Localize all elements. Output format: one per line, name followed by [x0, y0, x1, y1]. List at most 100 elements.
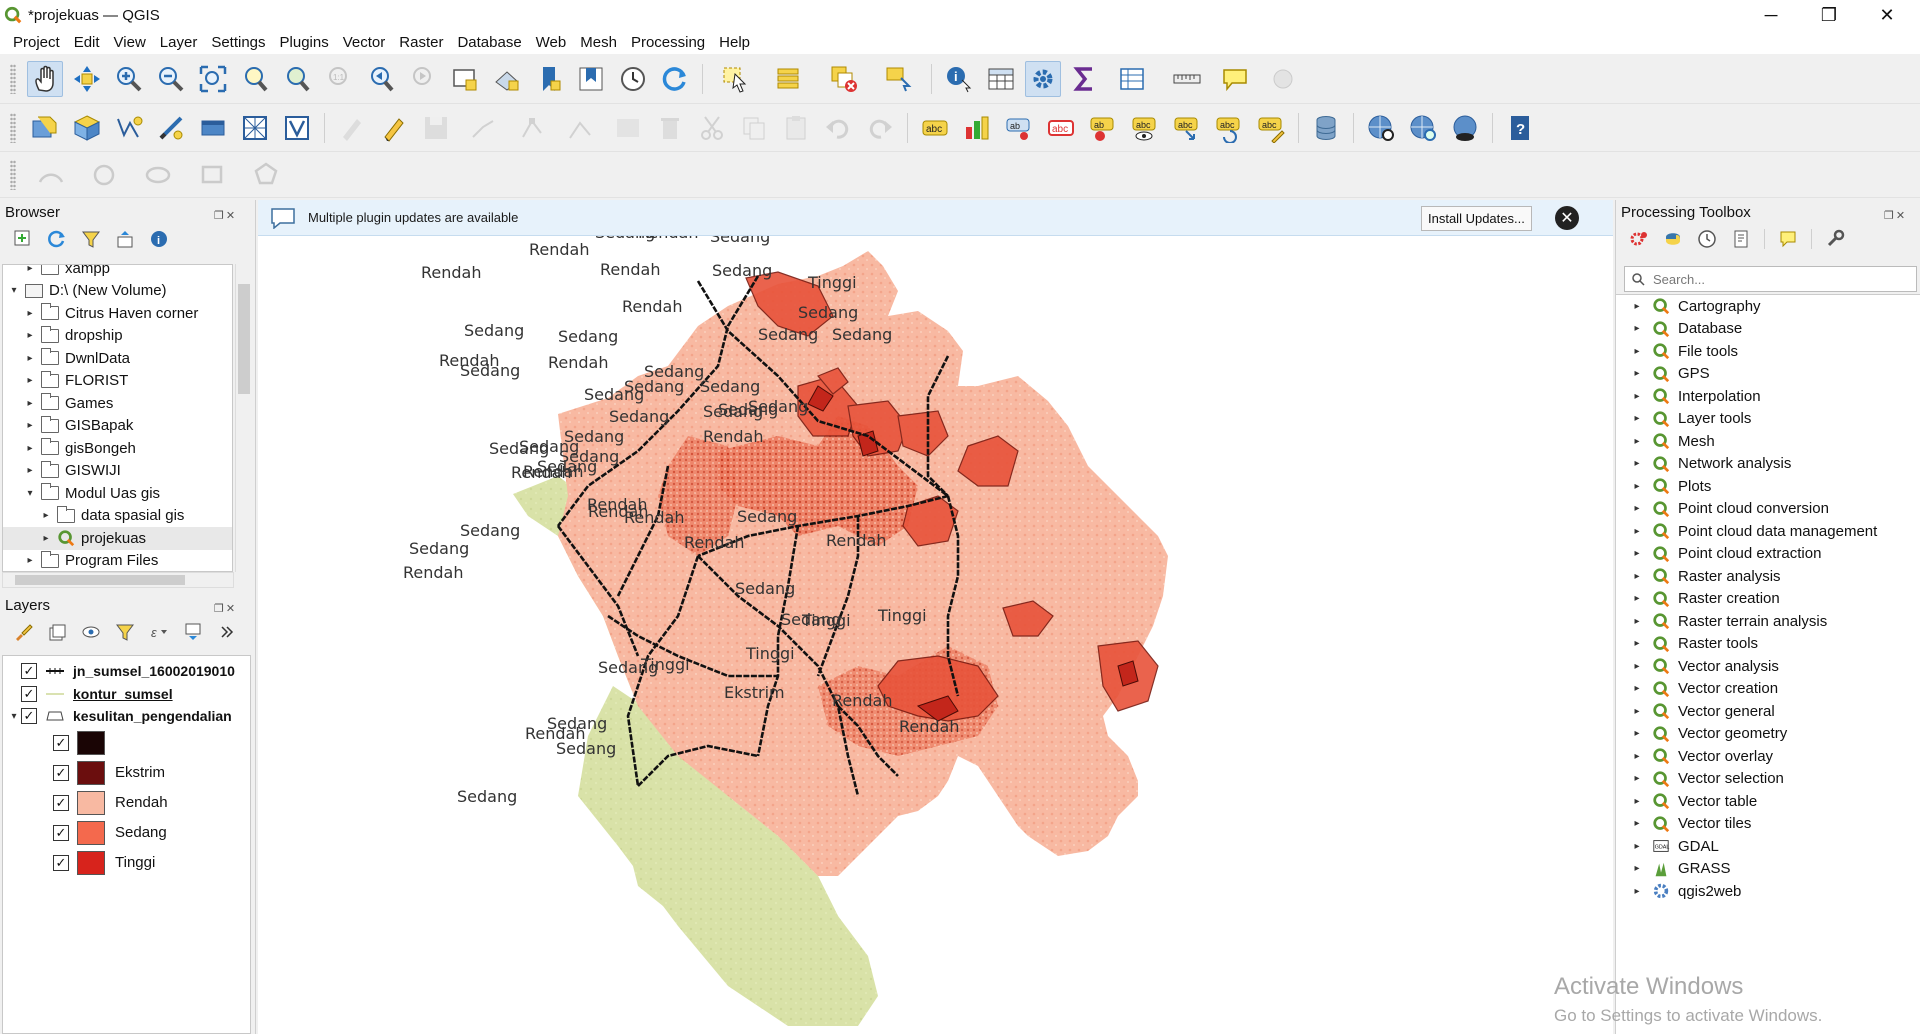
- select-by-value-icon[interactable]: [766, 61, 814, 97]
- show-bookmarks-icon[interactable]: [573, 61, 609, 97]
- help-icon[interactable]: ?: [1502, 110, 1538, 146]
- processing-options-wrench-icon[interactable]: [1822, 226, 1848, 252]
- current-edits-icon[interactable]: [334, 110, 370, 146]
- deselect-features-icon[interactable]: [820, 61, 868, 97]
- browser-item[interactable]: ▸ data spasial gis: [3, 505, 232, 528]
- toolbox-provider-item[interactable]: ▸ Point cloud data management: [1616, 520, 1920, 543]
- toolbox-provider-item[interactable]: ▸ Vector table: [1616, 790, 1920, 813]
- collapsed-caret-icon[interactable]: ▸: [1630, 526, 1644, 537]
- collapsed-caret-icon[interactable]: ▸: [39, 510, 53, 521]
- browser-item[interactable]: ▸ GISBapak: [3, 415, 232, 438]
- layer-visibility-checkbox[interactable]: ✓: [21, 663, 37, 680]
- toolbar-grip[interactable]: [10, 112, 16, 143]
- collapsed-caret-icon[interactable]: ▸: [1630, 661, 1644, 672]
- map-canvas[interactable]: Multiple plugin updates are available In…: [258, 200, 1613, 1034]
- zoom-in-icon[interactable]: [111, 61, 147, 97]
- browser-vertical-scrollbar[interactable]: [235, 264, 251, 572]
- restore-button[interactable]: ❐: [1800, 0, 1858, 30]
- collapsed-caret-icon[interactable]: ▸: [1630, 751, 1644, 762]
- toolbox-provider-item[interactable]: ▸ Plots: [1616, 475, 1920, 498]
- layer-visibility-checkbox[interactable]: ✓: [21, 708, 37, 725]
- pan-to-selection-icon[interactable]: [69, 61, 105, 97]
- collapsed-caret-icon[interactable]: ▸: [1630, 773, 1644, 784]
- new-shapefile-layer-icon[interactable]: [111, 110, 147, 146]
- digitize-line-icon[interactable]: [460, 110, 508, 146]
- add-ellipse-icon[interactable]: [135, 157, 183, 193]
- highlight-pinned-labels-icon[interactable]: abc: [1043, 110, 1079, 146]
- toolbox-provider-item[interactable]: ▸ File tools: [1616, 340, 1920, 363]
- menu-database[interactable]: Database: [450, 34, 528, 51]
- legend-item[interactable]: ✓ Ekstrim: [3, 758, 250, 788]
- collapsed-caret-icon[interactable]: ▸: [1630, 548, 1644, 559]
- expanded-caret-icon[interactable]: ▾: [23, 488, 37, 499]
- layer-item[interactable]: ✓ jn_sumsel_16002019010: [3, 660, 250, 683]
- metasearch-icon[interactable]: [1363, 110, 1399, 146]
- toolbox-provider-item[interactable]: ▸ Interpolation: [1616, 385, 1920, 408]
- undo-icon[interactable]: [820, 110, 856, 146]
- zoom-to-selection-icon[interactable]: [237, 61, 273, 97]
- cut-features-icon[interactable]: [694, 110, 730, 146]
- collapsed-caret-icon[interactable]: ▸: [23, 265, 37, 274]
- collapsed-caret-icon[interactable]: ▸: [1630, 458, 1644, 469]
- toolbox-provider-item[interactable]: ▸ Point cloud conversion: [1616, 498, 1920, 521]
- collapsed-caret-icon[interactable]: ▸: [1630, 323, 1644, 334]
- select-features-icon[interactable]: [712, 61, 760, 97]
- browser-item[interactable]: ▸ xampp: [3, 265, 232, 280]
- legend-item[interactable]: ✓: [3, 728, 250, 758]
- pin-labels-icon[interactable]: ab: [1001, 110, 1037, 146]
- menu-edit[interactable]: Edit: [67, 34, 107, 51]
- refresh-icon[interactable]: [657, 61, 693, 97]
- collapsed-caret-icon[interactable]: ▸: [1630, 638, 1644, 649]
- zoom-last-icon[interactable]: [363, 61, 399, 97]
- legend-class-checkbox[interactable]: ✓: [53, 734, 69, 751]
- show-hide-labels-icon[interactable]: abc: [1127, 110, 1163, 146]
- zoom-native-icon[interactable]: 1:1: [321, 61, 357, 97]
- pan-hand-icon[interactable]: [27, 60, 63, 97]
- processing-toolbox-gear-icon[interactable]: [1025, 60, 1061, 97]
- zoom-out-icon[interactable]: [153, 61, 189, 97]
- toolbox-provider-item[interactable]: ▸ GDAL GDAL: [1616, 835, 1920, 858]
- toolbar-grip[interactable]: [10, 159, 16, 190]
- menu-web[interactable]: Web: [529, 34, 574, 51]
- layer-styling-brush-icon[interactable]: [10, 619, 36, 645]
- menu-processing[interactable]: Processing: [624, 34, 712, 51]
- collapsed-caret-icon[interactable]: ▸: [23, 353, 37, 364]
- legend-item[interactable]: ✓ Rendah: [3, 788, 250, 818]
- new-virtual-layer-icon[interactable]: [195, 110, 231, 146]
- filter-legend-icon[interactable]: [112, 619, 138, 645]
- layer-item[interactable]: ▾ ✓ kesulitan_pengendalian: [3, 705, 250, 728]
- identify-features-icon[interactable]: i: [941, 61, 977, 97]
- collapsed-caret-icon[interactable]: ▸: [1630, 796, 1644, 807]
- models-icon[interactable]: [1626, 226, 1652, 252]
- refresh-browser-icon[interactable]: [44, 226, 70, 252]
- save-layer-edits-icon[interactable]: [418, 110, 454, 146]
- zoom-next-icon[interactable]: [405, 61, 441, 97]
- browser-item[interactable]: ▸ Citrus Haven corner: [3, 302, 232, 325]
- toolbox-provider-item[interactable]: ▸ Layer tools: [1616, 408, 1920, 431]
- browser-item[interactable]: ▾ D:\ (New Volume): [3, 280, 232, 303]
- menu-help[interactable]: Help: [712, 34, 757, 51]
- collapsed-caret-icon[interactable]: ▸: [1630, 706, 1644, 717]
- collapse-all-icon[interactable]: [112, 226, 138, 252]
- filter-by-expression-icon[interactable]: ε: [146, 619, 172, 645]
- toolbar-grip[interactable]: [10, 63, 16, 94]
- edit-features-in-place-icon[interactable]: [1775, 226, 1801, 252]
- add-selected-layers-icon[interactable]: [10, 226, 36, 252]
- expanded-caret-icon[interactable]: ▾: [7, 285, 21, 296]
- new-3d-map-view-icon[interactable]: [489, 61, 525, 97]
- vertex-tool-menu-icon[interactable]: [556, 110, 604, 146]
- toolbox-provider-item[interactable]: ▸ qgis2web: [1616, 880, 1920, 903]
- new-temporary-scratch-layer-icon[interactable]: [153, 110, 189, 146]
- browser-item[interactable]: ▸ GISWIJI: [3, 460, 232, 483]
- toolbox-provider-item[interactable]: ▸ Cartography: [1616, 295, 1920, 318]
- map-tips-icon[interactable]: [1217, 61, 1253, 97]
- menu-mesh[interactable]: Mesh: [573, 34, 624, 51]
- toolbox-provider-item[interactable]: ▸ Mesh: [1616, 430, 1920, 453]
- history-clock-icon[interactable]: [1694, 226, 1720, 252]
- install-updates-button[interactable]: Install Updates...: [1421, 206, 1532, 231]
- collapsed-caret-icon[interactable]: ▸: [1630, 346, 1644, 357]
- collapsed-caret-icon[interactable]: ▸: [1630, 616, 1644, 627]
- browser-item[interactable]: ▸ gisBongeh: [3, 437, 232, 460]
- collapsed-caret-icon[interactable]: ▸: [1630, 593, 1644, 604]
- expanded-caret-icon[interactable]: ▾: [7, 711, 21, 722]
